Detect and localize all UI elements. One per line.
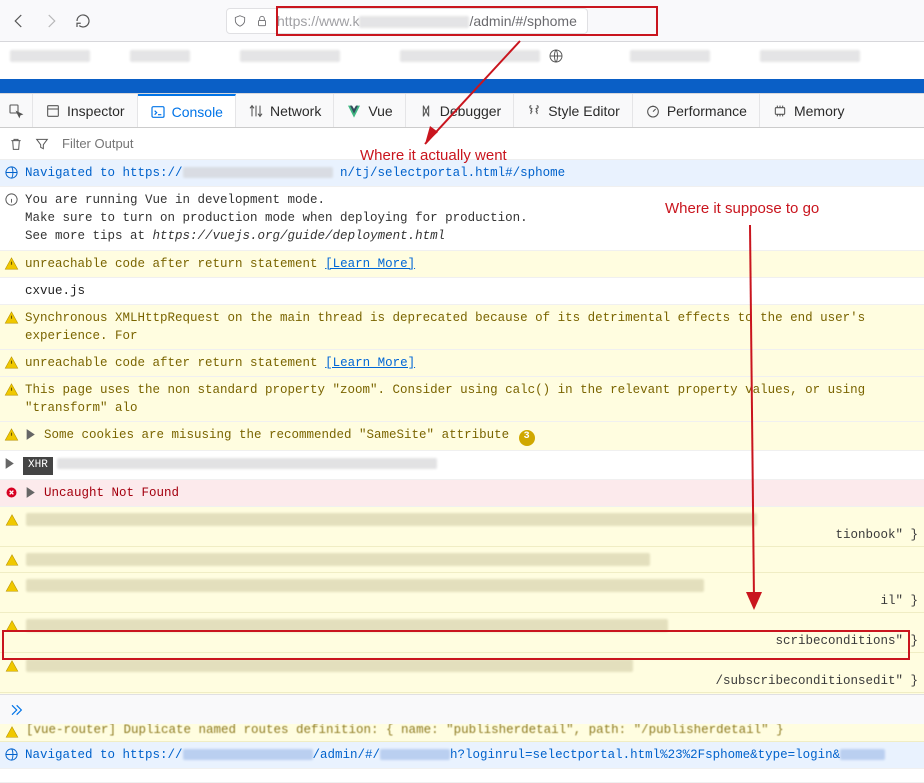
log-warn-samesite[interactable]: Some cookies are misusing the recommende… xyxy=(0,422,924,450)
warning-icon xyxy=(5,579,19,593)
console-log-list[interactable]: Navigated to https:// n/tj/selectportal.… xyxy=(0,160,924,783)
tab-vue[interactable]: Vue xyxy=(334,94,405,127)
log-warn-blurred[interactable]: il" } xyxy=(0,573,924,613)
warning-icon xyxy=(4,310,19,325)
learn-more-link[interactable]: [Learn More] xyxy=(325,257,415,271)
shield-icon xyxy=(233,14,247,28)
console-expand-button[interactable] xyxy=(0,694,924,724)
page-content-strip xyxy=(0,42,924,94)
globe-icon xyxy=(548,48,564,64)
annotation-box-bottom-nav xyxy=(2,630,910,660)
tab-style-editor[interactable]: Style Editor xyxy=(514,94,633,127)
log-navigation[interactable]: Navigated to https:// n/tj/selectportal.… xyxy=(0,160,924,187)
tab-inspector[interactable]: Inspector xyxy=(33,94,138,127)
log-warn-blurred[interactable] xyxy=(0,547,924,573)
warning-icon xyxy=(4,355,19,370)
back-icon[interactable] xyxy=(10,12,28,30)
warning-icon xyxy=(4,256,19,271)
log-warn-unreachable-2[interactable]: unreachable code after return statement … xyxy=(0,350,924,377)
tab-debugger[interactable]: Debugger xyxy=(406,94,515,127)
error-icon xyxy=(4,485,19,500)
log-navigation-2[interactable]: Navigated to https:///admin/#/h?loginrul… xyxy=(0,742,924,769)
lock-icon xyxy=(255,14,269,28)
globe-icon xyxy=(4,165,19,180)
caret-right-icon[interactable] xyxy=(4,458,15,469)
filter-icon xyxy=(34,136,50,152)
log-xhr[interactable]: XHR xyxy=(0,451,924,480)
count-badge: 3 xyxy=(519,430,535,446)
annotation-where-suppose: Where it suppose to go xyxy=(665,200,819,217)
learn-more-link[interactable]: [Learn More] xyxy=(325,356,415,370)
annotation-box-url xyxy=(276,6,658,36)
xhr-pill: XHR xyxy=(23,457,53,475)
globe-icon xyxy=(4,747,19,762)
log-warn-unreachable-1[interactable]: unreachable code after return statement … xyxy=(0,251,924,278)
clear-console-button[interactable] xyxy=(8,136,24,152)
devtools-tabs: Inspector Console Network Vue Debugger S… xyxy=(0,94,924,128)
warning-icon xyxy=(4,427,19,442)
forward-icon[interactable] xyxy=(42,12,60,30)
log-error-uncaught[interactable]: Uncaught Not Found xyxy=(0,480,924,507)
log-warn-sync-xhr[interactable]: Synchronous XMLHttpRequest on the main t… xyxy=(0,305,924,350)
reload-icon[interactable] xyxy=(74,12,92,30)
info-icon xyxy=(4,192,19,207)
tab-console[interactable]: Console xyxy=(138,94,236,127)
warning-icon xyxy=(4,382,19,397)
log-warn-zoom[interactable]: This page uses the non standard property… xyxy=(0,377,924,422)
warning-icon xyxy=(5,553,19,567)
warning-icon xyxy=(5,513,19,527)
filter-input[interactable] xyxy=(60,135,200,152)
annotation-where-went: Where it actually went xyxy=(360,147,507,164)
warning-icon xyxy=(5,659,19,673)
log-warn-blurred[interactable]: tionbook" } xyxy=(0,507,924,547)
log-vue-devmode[interactable]: You are running Vue in development mode.… xyxy=(0,187,924,250)
tab-performance[interactable]: Performance xyxy=(633,94,760,127)
log-cxvue[interactable]: cxvue.js xyxy=(0,278,924,305)
caret-right-icon[interactable] xyxy=(25,487,36,498)
element-picker-button[interactable] xyxy=(0,94,33,127)
warning-icon xyxy=(5,725,19,739)
chevron-double-right-icon xyxy=(8,702,24,718)
tab-network[interactable]: Network xyxy=(236,94,334,127)
caret-right-icon[interactable] xyxy=(25,429,36,440)
tab-memory[interactable]: Memory xyxy=(760,94,857,127)
